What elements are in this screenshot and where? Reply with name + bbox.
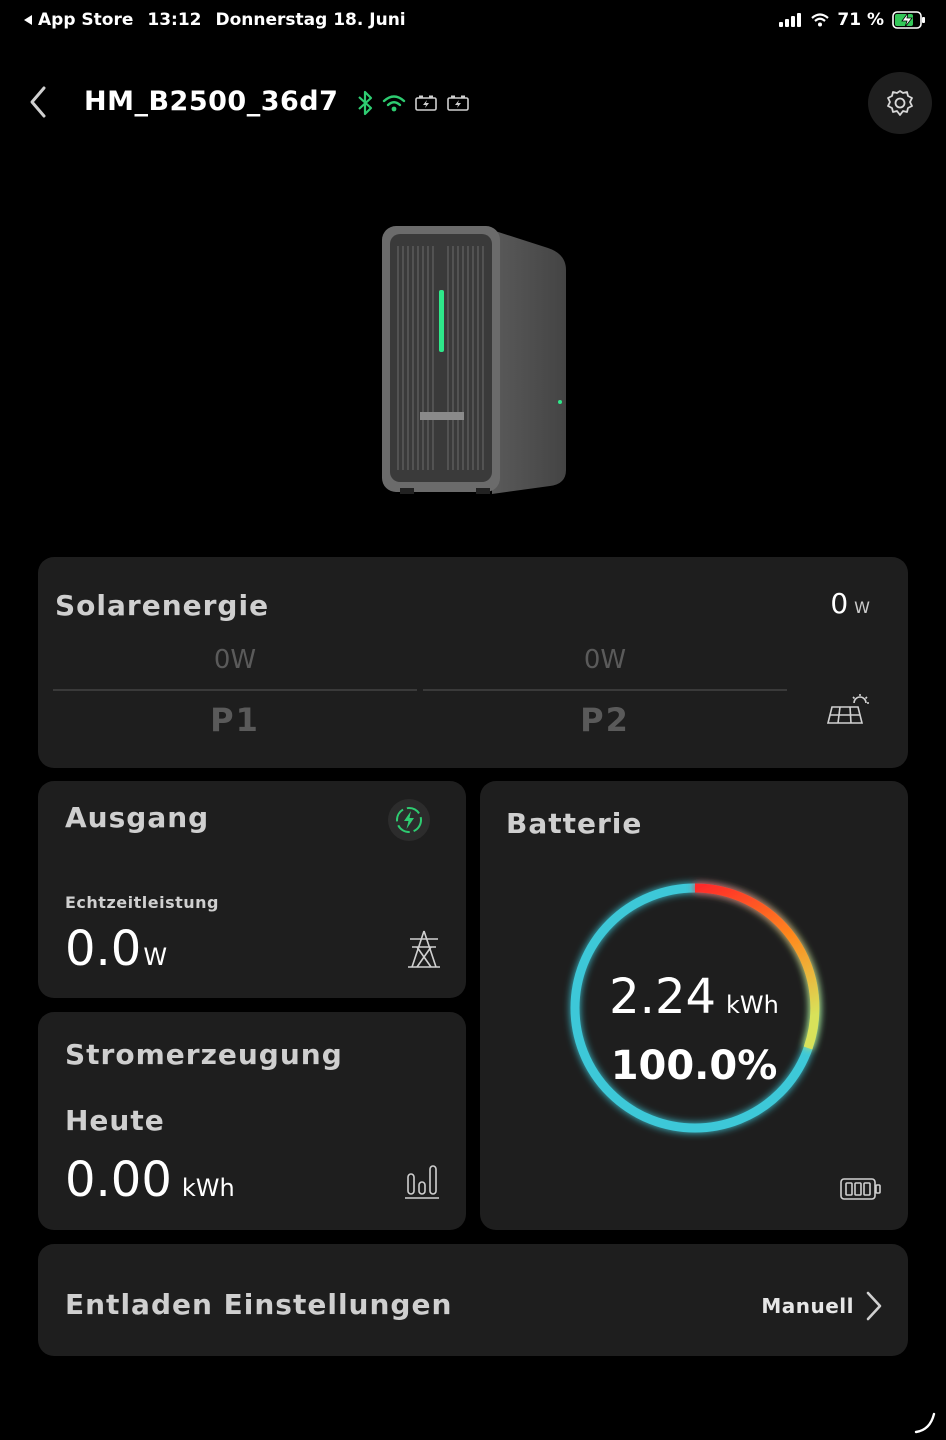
generation-title: Stromerzeugung	[65, 1038, 343, 1071]
back-triangle-icon	[24, 15, 32, 25]
battery-title: Batterie	[506, 807, 643, 840]
pv-divider	[53, 689, 417, 691]
chevron-right-icon	[866, 1291, 882, 1321]
discharge-mode: Manuell	[761, 1294, 854, 1318]
device-title: HM_B2500_36d7	[84, 86, 339, 117]
output-power: 0.0W	[65, 921, 167, 977]
battery-energy: 2.24 kWh	[480, 969, 908, 1025]
solar-title: Solarenergie	[55, 589, 270, 622]
output-power-value: 0.0	[65, 921, 142, 977]
battery-energy-value: 2.24	[609, 969, 717, 1025]
solar-total: 0W	[830, 587, 870, 620]
output-toggle-button[interactable]	[388, 799, 430, 841]
connection-icons	[356, 90, 470, 116]
bar-chart-icon	[405, 1165, 439, 1199]
battery-charging-icon	[892, 11, 925, 29]
power-pylon-icon	[408, 930, 440, 968]
battery-icon	[840, 1178, 881, 1200]
realtime-power-label: Echtzeitleistung	[65, 893, 219, 912]
battery-percent-value: 100.0%	[610, 1043, 778, 1089]
wifi-status-icon	[811, 13, 830, 27]
battery-card[interactable]: Batterie 2.24 kWh 100.0%	[480, 781, 908, 1230]
pv-value: 0W	[583, 645, 627, 675]
wifi-icon	[382, 95, 406, 112]
gear-icon	[887, 90, 913, 116]
battery-pack-1-icon	[415, 95, 437, 111]
generation-today: 0.00 kWh	[65, 1152, 235, 1208]
solar-card[interactable]: Solarenergie 0W 0W P1 0W P2	[38, 557, 908, 768]
settings-button[interactable]	[868, 72, 932, 134]
solar-panel-icon	[826, 694, 869, 724]
pv-divider	[423, 689, 787, 691]
back-button[interactable]	[26, 84, 54, 120]
generation-unit: kWh	[181, 1174, 235, 1202]
back-to-app-link[interactable]: App Store	[22, 10, 133, 30]
lightning-icon	[396, 807, 422, 833]
chevron-left-icon	[30, 86, 46, 118]
battery-pack-2-icon	[447, 95, 469, 111]
output-power-unit: W	[143, 943, 168, 971]
pv-input-p1: 0W P1	[53, 645, 417, 739]
resize-handle-icon	[914, 1412, 936, 1434]
today-label: Heute	[65, 1104, 165, 1137]
generation-card[interactable]: Stromerzeugung Heute 0.00 kWh	[38, 1012, 466, 1230]
battery-energy-unit: kWh	[726, 991, 779, 1019]
status-time: 13:12	[147, 10, 202, 30]
solar-total-unit: W	[854, 598, 870, 617]
battery-percent: 71 %	[837, 10, 884, 30]
output-card[interactable]: Ausgang Echtzeitleistung 0.0W	[38, 781, 466, 998]
status-bar: App Store 13:12 Donnerstag 18. Juni 71 %	[0, 0, 946, 42]
bluetooth-icon	[358, 90, 373, 116]
cellular-signal-icon	[779, 13, 802, 27]
device-image	[380, 222, 572, 498]
generation-value: 0.00	[65, 1152, 172, 1208]
back-app-label: App Store	[38, 10, 134, 30]
discharge-settings-title: Entladen Einstellungen	[65, 1288, 453, 1321]
solar-total-value: 0	[830, 587, 849, 620]
output-title: Ausgang	[65, 801, 210, 834]
discharge-settings-row[interactable]: Entladen Einstellungen Manuell	[38, 1244, 908, 1356]
pv-input-p2: 0W P2	[423, 645, 787, 739]
status-date: Donnerstag 18. Juni	[215, 10, 406, 30]
pv-name: P2	[580, 701, 630, 739]
pv-name: P1	[210, 701, 260, 739]
device-header: HM_B2500_36d7	[0, 70, 946, 134]
pv-value: 0W	[213, 645, 257, 675]
